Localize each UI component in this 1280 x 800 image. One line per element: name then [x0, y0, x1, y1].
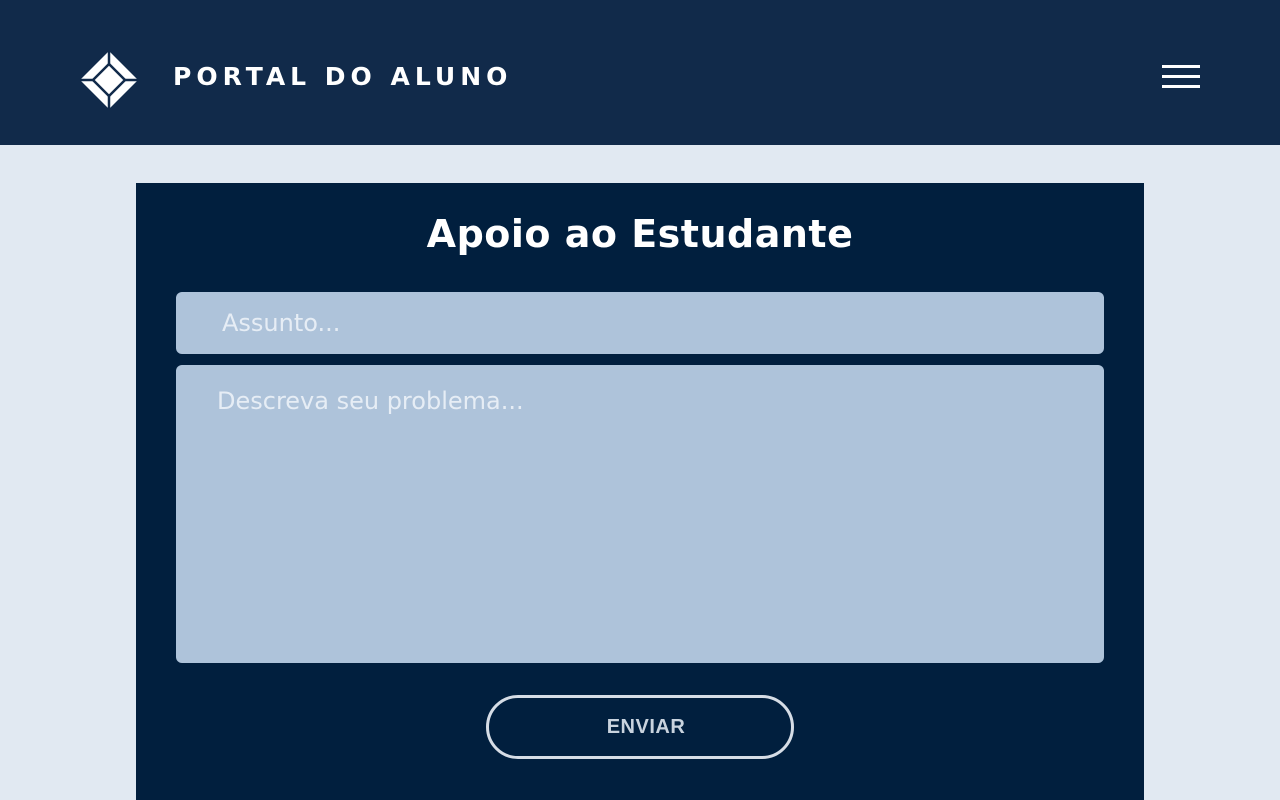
subject-input[interactable]	[176, 292, 1104, 354]
send-button[interactable]: ENVIAR	[486, 695, 794, 759]
description-textarea[interactable]	[176, 365, 1104, 663]
hamburger-menu-icon[interactable]	[1156, 60, 1206, 96]
menu-bar	[1162, 85, 1200, 88]
menu-bar	[1162, 75, 1200, 78]
brand-title[interactable]: PORTAL DO ALUNO	[173, 60, 512, 94]
form-title: Apoio ao Estudante	[426, 212, 854, 256]
top-header: PORTAL DO ALUNO	[0, 0, 1280, 145]
menu-bar	[1162, 65, 1200, 68]
diamond-logo-icon[interactable]	[79, 50, 139, 110]
